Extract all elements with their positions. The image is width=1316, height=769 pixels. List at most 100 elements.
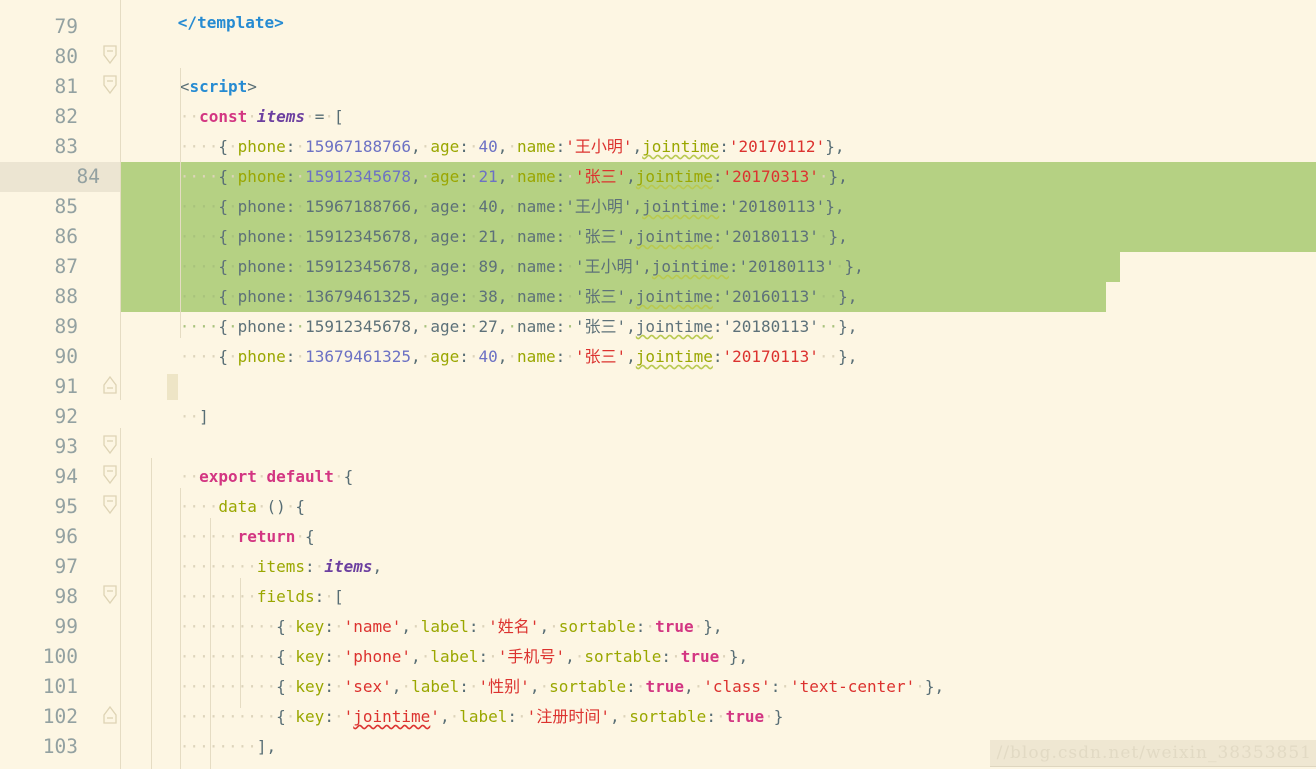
whitespace-dots: · — [517, 707, 527, 726]
code-line-98[interactable]: ··········{·key:·'name',·label:·'姓名',·so… — [122, 582, 723, 636]
line-number: 88 — [54, 285, 78, 308]
line-number: 103 — [42, 735, 78, 758]
code-line-85[interactable]: ····{·phone:·15912345678,·age:·21,·name:… — [122, 192, 848, 246]
code-token-number: 13679461325 — [305, 347, 412, 366]
code-line-86[interactable]: ····{·phone:·15912345678,·age:·89,·name:… — [122, 222, 864, 276]
code-token-punct: , — [497, 347, 508, 366]
line-number-gutter: 79 80 81 82 83 84 85 86 87 88 89 90 91 9… — [0, 0, 100, 769]
code-token-string: ' — [809, 347, 819, 366]
code-token-string: ' — [526, 707, 537, 726]
code-line-94[interactable]: ····data·()·{ — [122, 462, 305, 516]
line-number: 80 — [54, 45, 78, 68]
code-token-string: ' — [343, 707, 354, 726]
whitespace-dots: · — [764, 707, 774, 726]
fold-marker-icon[interactable] — [102, 74, 118, 95]
whitespace-dots: · — [449, 707, 460, 726]
whitespace-dots: · — [715, 707, 726, 726]
indent-guide — [180, 488, 181, 769]
watermark-text: //blog.csdn.net/weixin_38353851 — [996, 743, 1312, 763]
line-number: 79 — [54, 15, 78, 38]
line-number: 92 — [54, 405, 78, 428]
code-editor[interactable]: 79 80 81 82 83 84 85 86 87 88 89 90 91 9… — [0, 0, 1316, 769]
whitespace-dots: · — [333, 707, 344, 726]
line-number: 95 — [54, 495, 78, 518]
code-token-operator: : — [706, 707, 716, 726]
whitespace-dots: · — [507, 347, 518, 366]
code-line-91[interactable]: ··] — [122, 372, 209, 426]
line-number: 83 — [54, 135, 78, 158]
code-line-103[interactable]: ········currentPage:·1, — [122, 732, 402, 769]
code-line-96[interactable]: ········items:·items, — [122, 522, 382, 576]
whitespace-dots: · — [468, 347, 479, 366]
code-token-operator: : — [712, 347, 723, 366]
fold-marker-icon[interactable] — [102, 44, 118, 65]
line-number: 94 — [54, 465, 78, 488]
line-number: 96 — [54, 525, 78, 548]
indent-guide — [120, 428, 121, 769]
code-line-80[interactable]: <script> — [122, 42, 257, 96]
line-number: 91 — [54, 375, 78, 398]
code-line-87[interactable]: ····{·phone:·13679461325,·age:·38,·name:… — [122, 252, 858, 306]
line-number-active: 84 — [0, 162, 100, 192]
fold-marker-icon[interactable] — [102, 464, 118, 485]
line-number: 97 — [54, 555, 78, 578]
code-token-key: phone — [237, 347, 286, 366]
code-line-89[interactable]: ····{·phone:·13679461325,·age:·40,·name:… — [122, 312, 858, 366]
code-token-boolean: true — [725, 707, 765, 726]
line-number: 98 — [54, 585, 78, 608]
line-number: 86 — [54, 225, 78, 248]
code-line-82[interactable]: ····{·phone:·15967188766,·age:·40,·name:… — [122, 102, 845, 156]
code-line-100[interactable]: ··········{·key:·'sex',·label:·'性别',·sor… — [122, 642, 944, 696]
code-token-punct: , — [372, 557, 383, 576]
fold-marker-icon[interactable] — [102, 494, 118, 515]
code-line-81[interactable]: ··const·items·=·[ — [122, 72, 344, 126]
code-token-punct: }, — [838, 347, 858, 366]
code-line-101[interactable]: ··········{·key:·'jointime',·label:·'注册时… — [122, 672, 784, 726]
code-token-string: ' — [616, 347, 627, 366]
fold-marker-icon[interactable] — [102, 434, 118, 455]
fold-marker-icon[interactable] — [102, 584, 118, 605]
code-content[interactable]: </template> <script> ··const·items·=·[ ·… — [0, 0, 1316, 769]
code-token-punct: , — [439, 707, 450, 726]
code-line-102[interactable]: ········], — [122, 702, 276, 756]
whitespace-dots: · — [915, 677, 925, 696]
code-token-punct: } — [773, 707, 784, 726]
indent-guide — [180, 68, 181, 338]
code-line-99[interactable]: ··········{·key:·'phone',·label:·'手机号',·… — [122, 612, 748, 666]
whitespace-dots: · — [565, 347, 575, 366]
code-token-key: jointime — [635, 347, 713, 366]
whitespace-dots: · — [333, 467, 344, 486]
code-token-punct: }, — [924, 677, 945, 696]
code-token-string: ' — [430, 707, 440, 726]
line-number: 85 — [54, 195, 78, 218]
code-token-operator: : — [555, 347, 566, 366]
line-number: 90 — [54, 345, 78, 368]
whitespace-dots: · — [420, 347, 431, 366]
code-token-string: ' — [574, 347, 585, 366]
code-line-88[interactable]: ····{·phone:·15912345678,·age:·27,·name:… — [122, 282, 858, 336]
line-number: 82 — [54, 105, 78, 128]
indent-guide — [210, 518, 211, 769]
code-line-84[interactable]: ····{·phone:·15967188766,·age:·40,·name:… — [122, 162, 845, 216]
code-line-93[interactable]: ··export·default·{ — [122, 432, 353, 486]
whitespace-dots: ·· — [179, 407, 200, 426]
code-line-partial-top[interactable]: </template> — [120, 0, 284, 32]
line-number: 101 — [42, 675, 78, 698]
indent-guide — [240, 578, 241, 708]
code-token-string: ' — [789, 677, 800, 696]
line-number: 100 — [42, 645, 78, 668]
whitespace-dots: · — [285, 707, 296, 726]
fold-marker-icon[interactable] — [102, 704, 118, 724]
code-token-string: jointime — [353, 707, 431, 726]
code-token-string: text-center — [799, 677, 906, 696]
whitespace-dots: ···· — [179, 347, 219, 366]
code-line-97[interactable]: ········fields:·[ — [122, 552, 344, 606]
fold-marker-icon[interactable] — [102, 374, 118, 394]
code-token-string: 注册时间 — [536, 707, 601, 726]
code-token-punct: ] — [199, 407, 209, 426]
code-line-partial-bottom[interactable]: totalR — [100, 762, 300, 769]
code-line-83[interactable]: ····{·phone:·15912345678,·age:·21,·name:… — [122, 132, 848, 186]
watermark-underline — [990, 766, 1316, 767]
whitespace-dots: ·· — [818, 347, 839, 366]
code-token-string: 张三 — [584, 347, 617, 366]
